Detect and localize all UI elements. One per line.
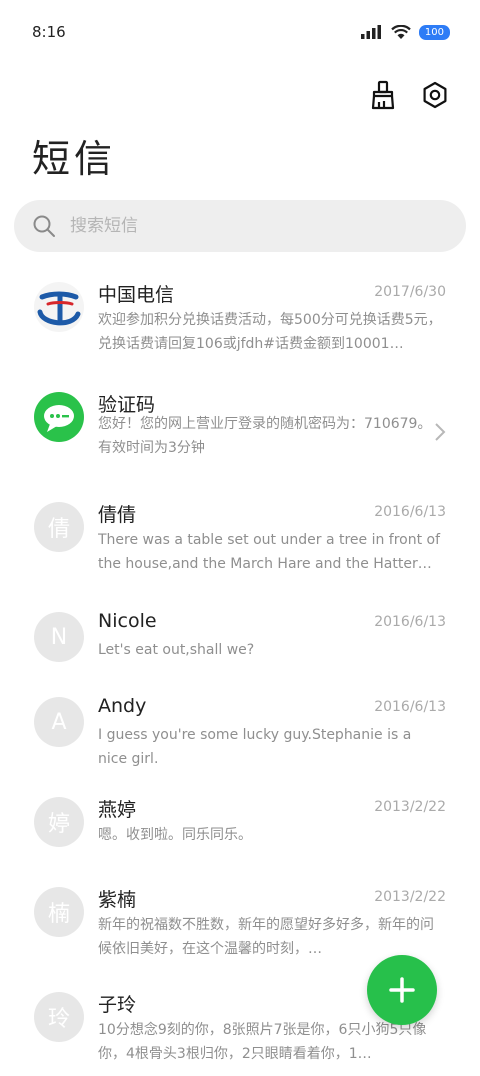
status-bar: 8:16 100 bbox=[0, 0, 480, 64]
message-date: 2016/6/13 bbox=[374, 699, 446, 715]
contact-name: 燕婷 bbox=[98, 799, 137, 821]
message-date: 2013/2/22 bbox=[374, 889, 446, 905]
hexagon-gear-icon bbox=[423, 81, 447, 109]
contact-name: 中国电信 bbox=[98, 284, 175, 306]
avatar: 倩 bbox=[34, 502, 84, 552]
battery-indicator: 100 bbox=[418, 24, 450, 40]
signal-icon bbox=[360, 25, 381, 39]
settings-button[interactable] bbox=[418, 78, 452, 112]
message-date: 2017/6/30 bbox=[374, 284, 446, 300]
avatar: A bbox=[34, 697, 84, 747]
search-bar[interactable] bbox=[14, 200, 466, 252]
message-item[interactable]: 婷 燕婷 2013/2/22 嗯。收到啦。同乐同乐。 bbox=[0, 777, 480, 881]
wifi-icon bbox=[391, 24, 411, 39]
avatar: 婷 bbox=[34, 797, 84, 847]
avatar bbox=[34, 392, 84, 442]
message-item[interactable]: A Andy 2016/6/13 I guess you're some luc… bbox=[0, 677, 480, 781]
message-date: 2013/2/22 bbox=[374, 799, 446, 815]
avatar: 玲 bbox=[34, 992, 84, 1042]
message-preview: There was a table set out under a tree i… bbox=[98, 532, 441, 572]
message-preview: 10分想念9刻的你，8张照片7张是你，6只小狗5只像你，4根骨头3根归你，2只眼… bbox=[98, 1022, 427, 1062]
chevron-right-icon bbox=[435, 423, 446, 441]
message-preview: 新年的祝福数不胜数，新年的愿望好多好多，新年的问候依旧美好，在这个温馨的时刻，… bbox=[98, 917, 434, 957]
new-message-button[interactable] bbox=[367, 955, 437, 1025]
message-preview: 您好！您的网上营业厅登录的随机密码为：710679。有效时间为3分钟 bbox=[98, 416, 432, 456]
search-icon bbox=[33, 215, 55, 237]
page-title: 短信 bbox=[32, 137, 117, 181]
contact-name: Andy bbox=[98, 695, 147, 717]
china-telecom-logo-icon bbox=[37, 291, 81, 326]
plus-icon bbox=[389, 977, 415, 1003]
avatar bbox=[34, 282, 84, 332]
contact-name: 子玲 bbox=[98, 994, 137, 1016]
message-item[interactable]: 验证码 您好！您的网上营业厅登录的随机密码为：710679。有效时间为3分钟 bbox=[0, 372, 480, 476]
status-time: 8:16 bbox=[32, 23, 66, 41]
clean-button[interactable] bbox=[366, 78, 400, 112]
message-date: 2016/6/13 bbox=[374, 504, 446, 520]
status-icons: 100 bbox=[360, 24, 450, 40]
contact-name: Nicole bbox=[98, 610, 157, 632]
broom-icon bbox=[371, 80, 395, 110]
message-date: 2016/6/13 bbox=[374, 614, 446, 630]
avatar: N bbox=[34, 612, 84, 662]
message-preview: I guess you're some lucky guy.Stephanie … bbox=[98, 727, 412, 767]
chat-bubble-icon bbox=[44, 405, 74, 432]
search-input[interactable] bbox=[68, 215, 432, 237]
message-preview: 欢迎参加积分兑换话费活动，每500分可兑换话费5元，兑换话费请回复106或jfd… bbox=[98, 312, 442, 352]
top-actions bbox=[366, 78, 452, 112]
message-preview: Let's eat out,shall we? bbox=[98, 642, 255, 658]
contact-name: 紫楠 bbox=[98, 889, 137, 911]
message-item[interactable]: 倩 倩倩 2016/6/13 There was a table set out… bbox=[0, 482, 480, 586]
contact-name: 倩倩 bbox=[98, 504, 137, 526]
message-preview: 嗯。收到啦。同乐同乐。 bbox=[98, 827, 252, 843]
avatar: 楠 bbox=[34, 887, 84, 937]
message-item[interactable]: 中国电信 2017/6/30 欢迎参加积分兑换话费活动，每500分可兑换话费5元… bbox=[0, 262, 480, 366]
